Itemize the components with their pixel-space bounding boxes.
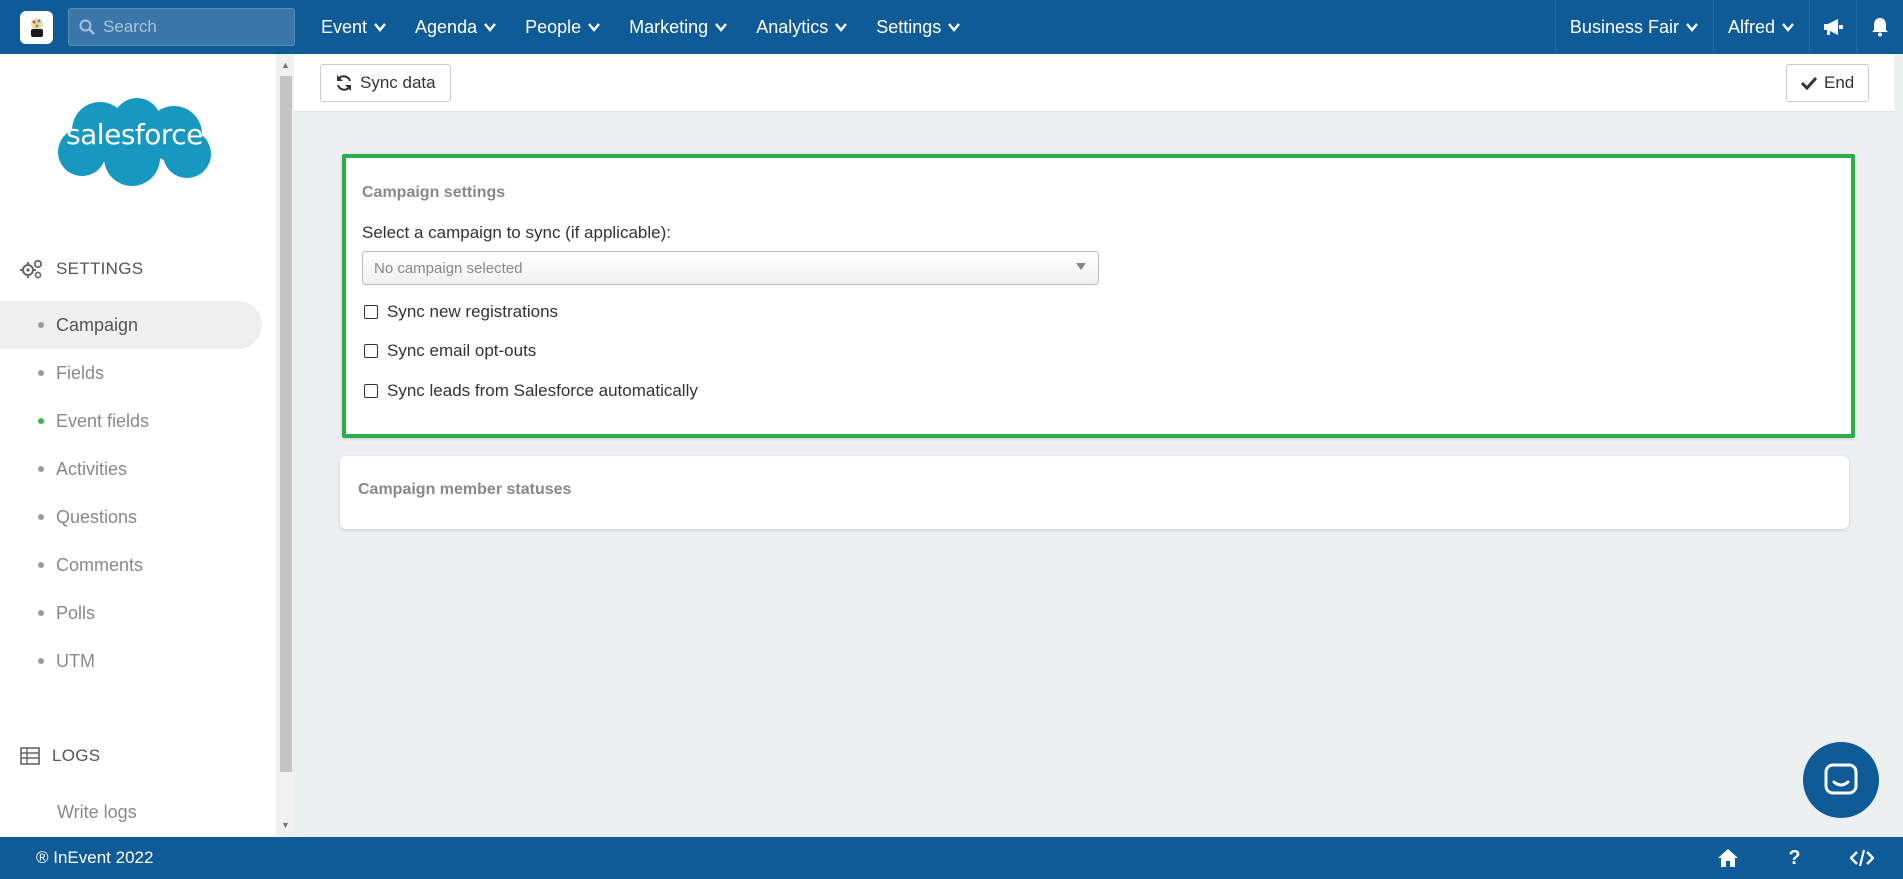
menu-agenda[interactable]: Agenda	[401, 0, 511, 54]
bullet	[38, 658, 44, 664]
check-icon	[1801, 76, 1817, 90]
help-button[interactable]: ?	[1761, 837, 1828, 879]
top-navigation-bar: Search Event Agenda People Marketing Ana…	[0, 0, 1903, 54]
scroll-up-arrow-icon[interactable]: ▲	[281, 60, 290, 70]
home-icon	[1717, 849, 1738, 867]
campaign-member-statuses-card[interactable]: Campaign member statuses	[340, 456, 1849, 529]
bell-icon	[1872, 18, 1888, 37]
campaign-settings-card: Campaign settings Select a campaign to s…	[342, 154, 1855, 438]
salesforce-logo-text: salesforce	[66, 118, 203, 151]
help-icon: ?	[1788, 846, 1801, 869]
chat-icon	[1824, 763, 1858, 795]
chevron-down-icon	[835, 23, 848, 32]
home-button[interactable]	[1694, 837, 1761, 879]
campaign-select[interactable]: No campaign selected	[362, 251, 1099, 285]
sidebar-item-utm[interactable]: UTM	[0, 637, 262, 685]
bullet	[38, 610, 44, 616]
campaign-select-label: Select a campaign to sync (if applicable…	[362, 223, 671, 242]
dropdown-caret-icon	[1076, 263, 1086, 270]
chevron-down-icon	[1686, 23, 1698, 32]
sync-leads-automatically-option[interactable]: Sync leads from Salesforce automatically	[364, 381, 698, 401]
chevron-down-icon	[1782, 23, 1794, 32]
chevron-down-icon	[374, 23, 386, 32]
end-button[interactable]: End	[1786, 64, 1870, 102]
sidebar-item-event-fields[interactable]: Event fields	[0, 397, 262, 445]
sync-leads-automatically-checkbox[interactable]	[364, 384, 378, 398]
event-selector[interactable]: Business Fair	[1554, 0, 1713, 54]
sidebar: salesforce SETTINGS Campaign Fields Even…	[0, 54, 276, 837]
sync-new-registrations-option[interactable]: Sync new registrations	[364, 302, 558, 322]
menu-settings[interactable]: Settings	[862, 0, 975, 54]
gears-icon	[20, 259, 43, 279]
app-logo[interactable]	[20, 10, 53, 44]
settings-section-heading: SETTINGS	[20, 259, 143, 279]
logs-section-heading: LOGS	[20, 746, 100, 766]
bullet	[38, 322, 44, 328]
sync-email-opt-outs-option[interactable]: Sync email opt-outs	[364, 341, 536, 361]
search-icon	[79, 19, 95, 35]
megaphone-icon	[1824, 19, 1843, 35]
sidebar-scrollbar[interactable]: ▲ ▼	[276, 54, 294, 837]
sidebar-item-comments[interactable]: Comments	[0, 541, 262, 589]
table-icon	[20, 747, 40, 765]
bullet	[38, 466, 44, 472]
menu-analytics[interactable]: Analytics	[742, 0, 862, 54]
top-right-controls: Business Fair Alfred	[1554, 0, 1903, 54]
sync-email-opt-outs-checkbox[interactable]	[364, 344, 378, 358]
status-bullet-green	[38, 418, 44, 424]
main-menu: Event Agenda People Marketing Analytics …	[307, 0, 975, 54]
page-toolbar: Sync data End	[294, 54, 1894, 112]
menu-event[interactable]: Event	[307, 0, 401, 54]
search-input[interactable]: Search	[68, 8, 295, 46]
search-placeholder: Search	[103, 17, 157, 36]
scroll-down-arrow-icon[interactable]: ▼	[281, 820, 290, 830]
scroll-thumb[interactable]	[280, 76, 292, 772]
notifications-button[interactable]	[1856, 0, 1903, 54]
chevron-down-icon	[588, 23, 601, 32]
developer-button[interactable]	[1828, 837, 1895, 879]
chevron-down-icon	[484, 23, 497, 32]
bullet	[38, 562, 44, 568]
campaign-settings-title: Campaign settings	[362, 184, 506, 201]
code-icon	[1849, 849, 1874, 867]
bullet	[38, 370, 44, 376]
menu-people[interactable]: People	[511, 0, 615, 54]
salesforce-logo: salesforce	[52, 96, 217, 193]
campaign-member-statuses-title: Campaign member statuses	[358, 481, 572, 498]
chat-launcher-button[interactable]	[1803, 742, 1879, 818]
bullet	[38, 514, 44, 520]
sidebar-item-fields[interactable]: Fields	[0, 349, 262, 397]
sidebar-item-campaign[interactable]: Campaign	[0, 301, 262, 349]
copyright-text: ® InEvent 2022	[36, 848, 154, 867]
sync-new-registrations-checkbox[interactable]	[364, 305, 378, 319]
footer-icons: ?	[1694, 837, 1895, 879]
sync-icon	[337, 75, 351, 91]
chevron-down-icon	[715, 23, 728, 32]
sidebar-item-questions[interactable]: Questions	[0, 493, 262, 541]
sync-data-button[interactable]: Sync data	[320, 64, 451, 102]
sidebar-item-polls[interactable]: Polls	[0, 589, 262, 637]
app-logo-icon	[30, 18, 43, 37]
menu-marketing[interactable]: Marketing	[615, 0, 742, 54]
footer: ® InEvent 2022 ?	[0, 837, 1903, 879]
sidebar-item-write-logs[interactable]: Write logs	[0, 788, 262, 836]
sidebar-item-activities[interactable]: Activities	[0, 445, 262, 493]
user-menu[interactable]: Alfred	[1712, 0, 1809, 54]
chevron-down-icon	[948, 23, 961, 32]
announcements-button[interactable]	[1809, 0, 1856, 54]
